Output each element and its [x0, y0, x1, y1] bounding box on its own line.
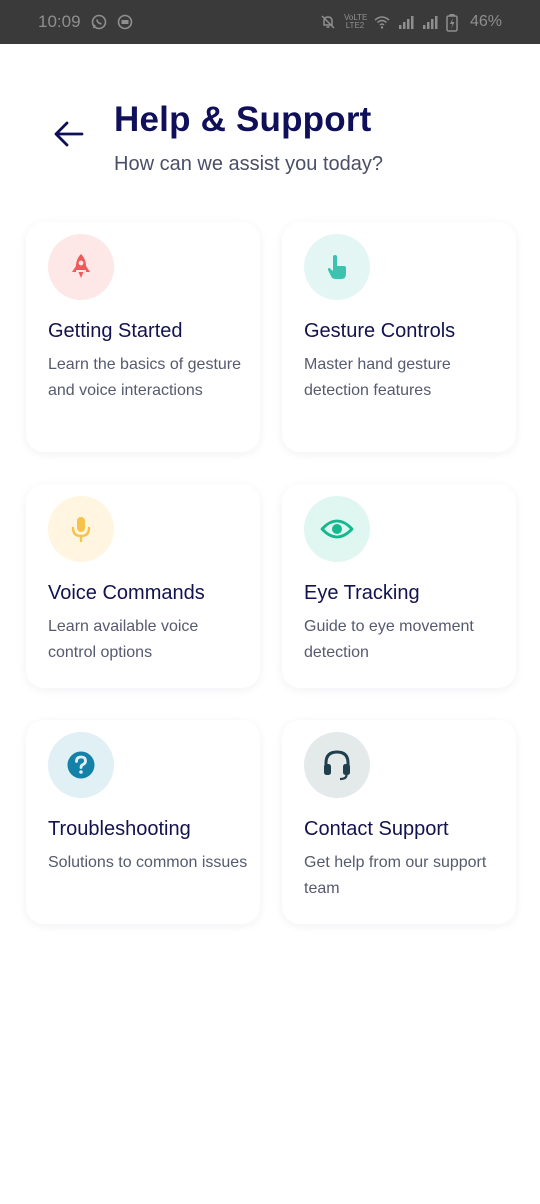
eye-icon: [304, 496, 370, 562]
header: Help & Support How can we assist you tod…: [0, 96, 540, 186]
card-voice-commands[interactable]: Voice Commands Learn available voice con…: [26, 484, 260, 688]
tap-hand-icon: [304, 234, 370, 300]
card-description: Guide to eye movement detection: [304, 618, 474, 661]
microphone-icon: [48, 496, 114, 562]
card-gesture-controls[interactable]: Gesture Controls Master hand gesture det…: [282, 222, 516, 452]
card-getting-started[interactable]: Getting Started Learn the basics of gest…: [26, 222, 260, 452]
card-description: Get help from our support team: [304, 854, 487, 897]
network-label: VoLTE LTE2: [343, 13, 368, 30]
app-notification-icon: [117, 14, 133, 30]
card-description: Solutions to common issues: [48, 854, 248, 871]
card-troubleshooting[interactable]: Troubleshooting Solutions to common issu…: [26, 720, 260, 924]
card-contact-support[interactable]: Contact Support Get help from our suppor…: [282, 720, 516, 924]
back-button[interactable]: [50, 116, 88, 152]
headset-icon: [304, 732, 370, 798]
wifi-icon: [374, 14, 390, 30]
arrow-left-icon: [54, 121, 84, 147]
card-description: Master hand gesture detection features: [304, 356, 451, 399]
card-description: Learn the basics of gesture and voice in…: [48, 356, 242, 399]
signal-icon-2: [422, 14, 438, 30]
help-circle-icon: [48, 732, 114, 798]
card-eye-tracking[interactable]: Eye Tracking Guide to eye movement detec…: [282, 484, 516, 688]
card-title: Getting Started: [48, 320, 183, 342]
card-title: Eye Tracking: [304, 582, 420, 604]
mute-bell-icon: [320, 14, 336, 30]
rocket-icon: [48, 234, 114, 300]
card-title: Voice Commands: [48, 582, 205, 604]
battery-icon: [446, 14, 462, 32]
status-time: 10:09: [38, 12, 81, 31]
page-title: Help & Support: [114, 100, 372, 139]
signal-icon-1: [398, 14, 414, 30]
card-description: Learn available voice control options: [48, 618, 199, 661]
card-title: Troubleshooting: [48, 818, 191, 840]
battery-percent: 46%: [469, 13, 502, 30]
status-bar: 10:09 VoLTE LTE2 46%: [0, 0, 540, 44]
card-title: Contact Support: [304, 818, 449, 840]
card-title: Gesture Controls: [304, 320, 456, 342]
page-subtitle: How can we assist you today?: [114, 153, 384, 175]
whatsapp-icon: [91, 14, 107, 30]
